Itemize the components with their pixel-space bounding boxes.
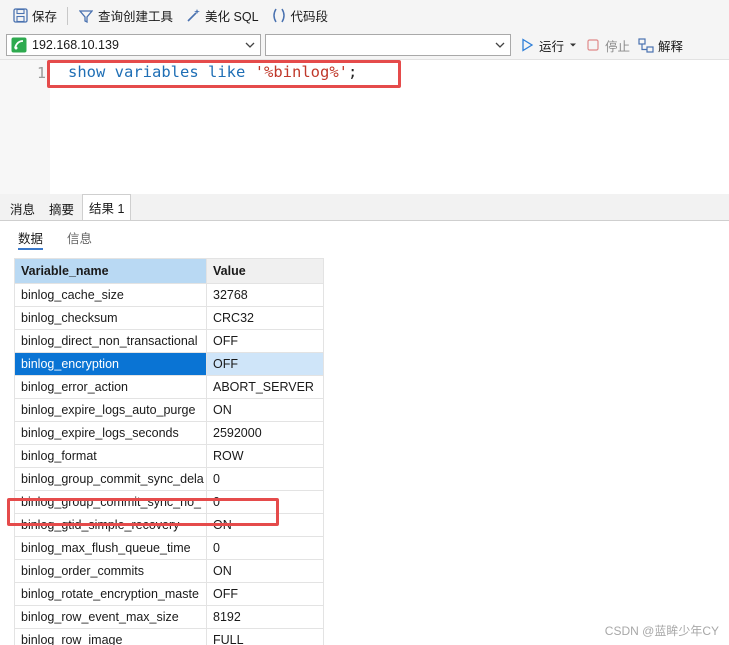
subtab-info[interactable]: 信息 — [67, 221, 92, 253]
query-highlight-box — [47, 60, 401, 88]
cell-value[interactable]: ROW — [206, 444, 324, 468]
cell-value[interactable]: 32768 — [206, 283, 324, 307]
explain-label: 解释 — [658, 39, 684, 54]
cell-variable-name[interactable]: binlog_format — [14, 444, 207, 468]
cell-variable-name[interactable]: binlog_encryption — [14, 352, 207, 376]
table-row[interactable]: binlog_direct_non_transactional OFF — [14, 329, 324, 353]
table-row[interactable]: binlog_rotate_encryption_maste OFF — [14, 582, 324, 606]
save-icon — [12, 8, 28, 24]
save-label: 保存 — [32, 10, 58, 24]
table-row[interactable]: binlog_expire_logs_auto_purge ON — [14, 398, 324, 422]
line-number: 1 — [36, 64, 46, 82]
run-label: 运行 — [539, 39, 565, 54]
result-table: Variable_name Value binlog_cache_size 327… — [14, 258, 324, 645]
query-builder-label: 查询创建工具 — [98, 10, 174, 24]
table-row[interactable]: binlog_error_action ABORT_SERVER — [14, 375, 324, 399]
magic-wand-icon — [185, 8, 201, 24]
cell-value[interactable]: OFF — [206, 329, 324, 353]
table-header-row: Variable_name Value — [14, 258, 324, 284]
table-row[interactable]: binlog_max_flush_queue_time 0 — [14, 536, 324, 560]
cell-variable-name[interactable]: binlog_order_commits — [14, 559, 207, 583]
cell-value[interactable]: ON — [206, 398, 324, 422]
cell-value[interactable]: FULL — [206, 628, 324, 645]
cell-variable-name[interactable]: binlog_expire_logs_seconds — [14, 421, 207, 445]
cell-variable-name[interactable]: binlog_rotate_encryption_maste — [14, 582, 207, 606]
cell-variable-name[interactable]: binlog_expire_logs_auto_purge — [14, 398, 207, 422]
run-button[interactable]: 运行 — [519, 34, 577, 56]
subtab-data[interactable]: 数据 — [18, 221, 44, 253]
result-panel: 消息 摘要 结果 1 数据 信息 Variable_name Value bin… — [0, 194, 729, 645]
table-row[interactable]: binlog_order_commits ON — [14, 559, 324, 583]
binlog-format-highlight-box — [7, 498, 279, 526]
connection-host: 192.168.10.139 — [32, 38, 119, 52]
sql-editor[interactable]: 1 show variables like '%binlog%'; — [0, 59, 729, 195]
beautify-sql-label: 美化 SQL — [205, 10, 259, 24]
cell-variable-name[interactable]: binlog_error_action — [14, 375, 207, 399]
connection-select[interactable]: 192.168.10.139 — [6, 34, 261, 56]
stop-button[interactable]: 停止 — [585, 34, 630, 56]
cell-variable-name[interactable]: binlog_row_image — [14, 628, 207, 645]
table-row[interactable]: binlog_cache_size 32768 — [14, 283, 324, 307]
play-icon — [519, 37, 535, 53]
cell-variable-name[interactable]: binlog_direct_non_transactional — [14, 329, 207, 353]
watermark: CSDN @蓝眸少年CY — [604, 624, 719, 638]
chevron-down-icon — [494, 39, 506, 51]
cell-variable-name[interactable]: binlog_cache_size — [14, 283, 207, 307]
connection-icon — [11, 37, 27, 53]
table-row[interactable]: binlog_row_event_max_size 8192 — [14, 605, 324, 629]
code-snippet-label: 代码段 — [290, 10, 329, 24]
tab-messages[interactable]: 消息 — [4, 197, 41, 220]
cell-value[interactable]: OFF — [206, 352, 324, 376]
result-grid[interactable]: Variable_name Value binlog_cache_size 327… — [0, 253, 729, 645]
toolbar-divider — [67, 6, 69, 25]
table-row[interactable]: binlog_expire_logs_seconds 2592000 — [14, 421, 324, 445]
cell-value[interactable]: 8192 — [206, 605, 324, 629]
explain-button[interactable]: 解释 — [638, 34, 683, 56]
cell-variable-name[interactable]: binlog_group_commit_sync_dela — [14, 467, 207, 491]
stop-icon — [585, 37, 601, 53]
table-body: binlog_cache_size 32768 binlog_checksum CRC… — [14, 283, 324, 645]
save-button[interactable]: 保存 — [8, 4, 61, 28]
table-row[interactable]: binlog_encryption OFF — [14, 352, 324, 376]
table-row[interactable]: binlog_format ROW — [14, 444, 324, 468]
table-row[interactable]: binlog_row_image FULL — [14, 628, 324, 645]
cell-variable-name[interactable]: binlog_row_event_max_size — [14, 605, 207, 629]
column-header-variable-name[interactable]: Variable_name — [14, 258, 207, 284]
cell-value[interactable]: 2592000 — [206, 421, 324, 445]
column-header-value[interactable]: Value — [206, 258, 324, 284]
run-dropdown-icon[interactable] — [569, 41, 577, 49]
cell-variable-name[interactable]: binlog_checksum — [14, 306, 207, 330]
cell-variable-name[interactable]: binlog_max_flush_queue_time — [14, 536, 207, 560]
cell-value[interactable]: 0 — [206, 536, 324, 560]
cell-value[interactable]: ABORT_SERVER — [206, 375, 324, 399]
parentheses-icon — [271, 8, 287, 24]
database-select[interactable] — [265, 34, 511, 56]
cell-value[interactable]: OFF — [206, 582, 324, 606]
chevron-down-icon — [244, 39, 256, 51]
result-tabs: 消息 摘要 结果 1 — [0, 194, 729, 221]
line-gutter: 1 — [0, 60, 50, 195]
table-row[interactable]: binlog_group_commit_sync_dela 0 — [14, 467, 324, 491]
table-row[interactable]: binlog_checksum CRC32 — [14, 306, 324, 330]
explain-icon — [638, 37, 654, 53]
cell-value[interactable]: ON — [206, 559, 324, 583]
result-subtabs: 数据 信息 — [0, 221, 729, 253]
query-builder-icon — [78, 8, 94, 24]
query-builder-button[interactable]: 查询创建工具 — [74, 4, 177, 28]
tab-result-1[interactable]: 结果 1 — [82, 194, 132, 220]
cell-value[interactable]: 0 — [206, 467, 324, 491]
cell-value[interactable]: CRC32 — [206, 306, 324, 330]
tab-summary[interactable]: 摘要 — [43, 197, 80, 220]
beautify-sql-button[interactable]: 美化 SQL — [181, 4, 263, 28]
stop-label: 停止 — [605, 39, 631, 54]
toolbar: 保存 查询创建工具 美化 SQL 代码段 — [0, 0, 729, 31]
code-snippet-button[interactable]: 代码段 — [267, 4, 333, 28]
connection-bar: 192.168.10.139 运行 停止 解释 — [0, 31, 729, 59]
